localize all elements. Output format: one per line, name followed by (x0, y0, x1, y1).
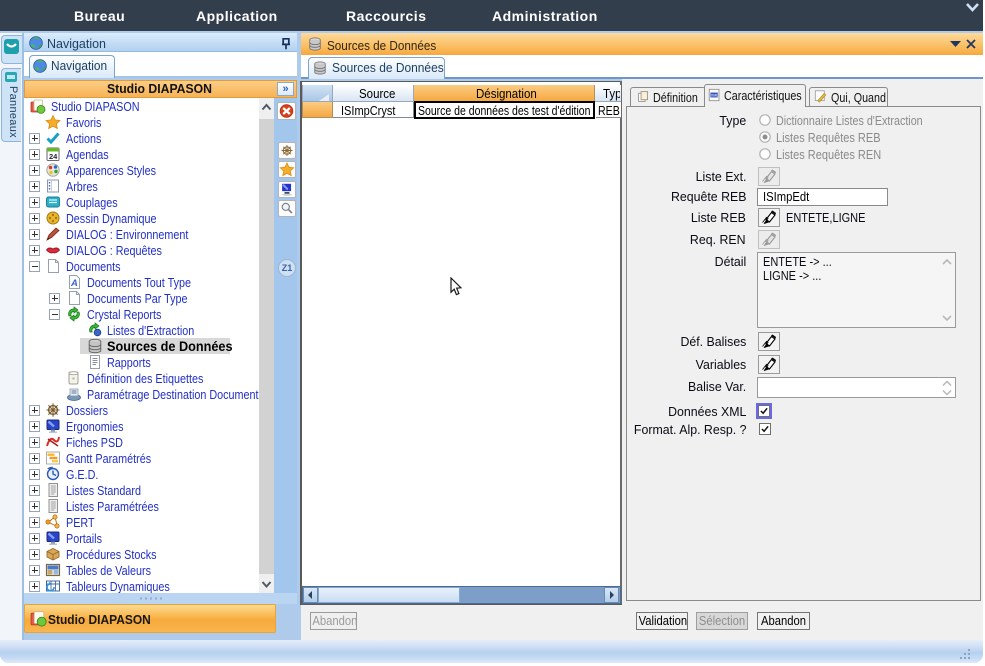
svg-text:24: 24 (49, 152, 58, 161)
svg-text:A: A (70, 278, 78, 289)
svg-text:XML: XML (711, 94, 719, 98)
